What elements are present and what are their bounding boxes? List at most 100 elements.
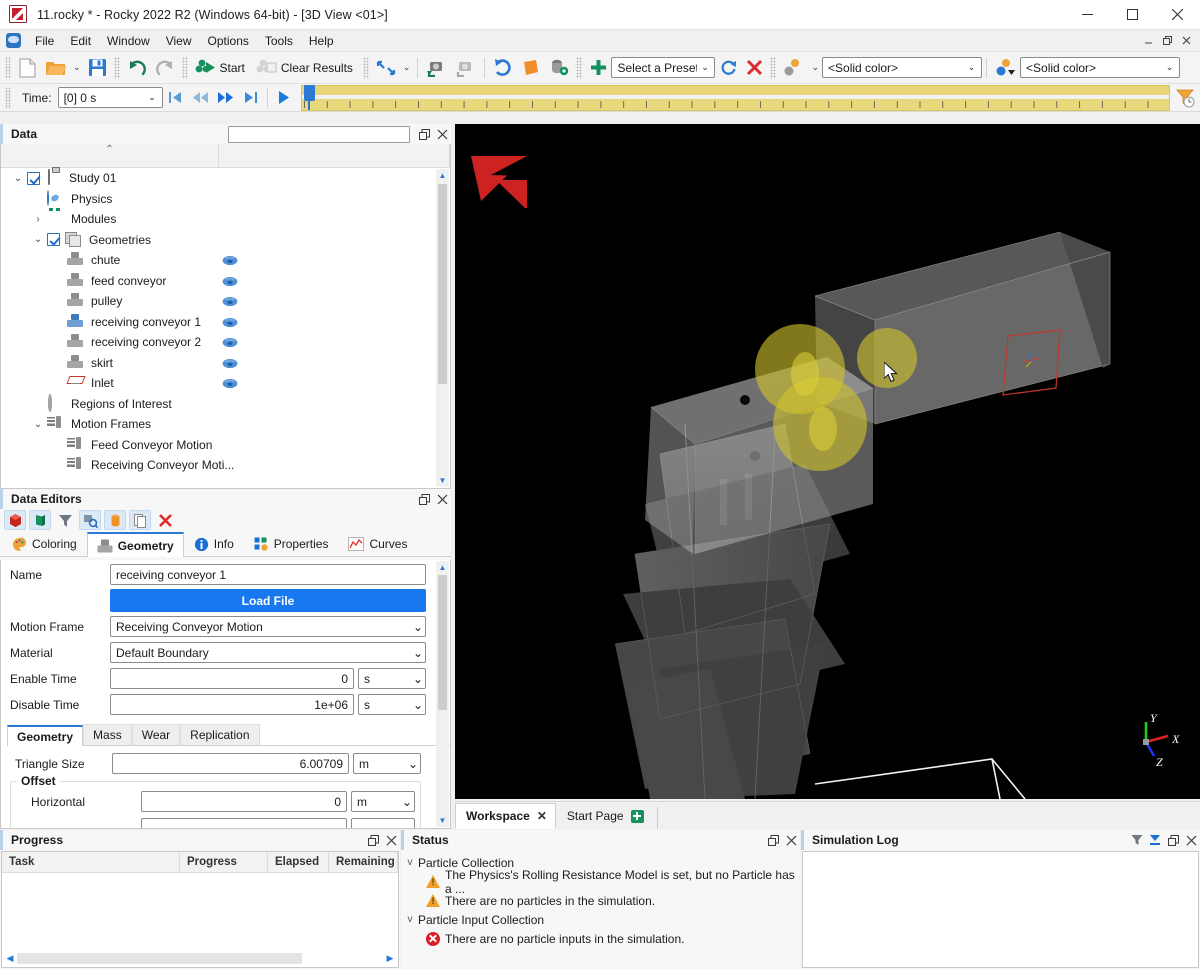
- visibility-toggle[interactable]: [222, 337, 238, 348]
- toolbar-grip-6[interactable]: [770, 56, 777, 79]
- tab-properties[interactable]: Properties: [244, 531, 339, 556]
- visibility-toggle[interactable]: [222, 358, 238, 369]
- view-dropdown-arrow-icon[interactable]: ⌄: [400, 62, 414, 73]
- toolbar-grip-5[interactable]: [576, 56, 583, 79]
- clear-results-button[interactable]: Clear Results: [252, 55, 360, 81]
- tree-item-regions-of-interest[interactable]: Regions of Interest: [1, 393, 450, 415]
- rotate-view-button[interactable]: [489, 55, 517, 81]
- tree-item-receiving-conveyor-1[interactable]: receiving conveyor 1: [1, 312, 450, 333]
- particle-color-dropdown-arrow-icon[interactable]: ⌄: [808, 62, 822, 73]
- tree-item-feed-conveyor-motion[interactable]: Feed Conveyor Motion: [1, 435, 450, 456]
- tab-start-page[interactable]: Start Page: [556, 803, 653, 829]
- scroll-up-icon[interactable]: ▲: [436, 169, 449, 182]
- hscroll-track[interactable]: [17, 953, 383, 964]
- scroll-thumb[interactable]: [438, 184, 447, 384]
- add-preset-button[interactable]: [585, 55, 611, 81]
- horizontal-unit-select[interactable]: m ⌄: [351, 791, 415, 812]
- green-shape-icon[interactable]: [29, 510, 51, 530]
- toolbar-grip-3[interactable]: [181, 56, 188, 79]
- delete-preset-button[interactable]: [741, 55, 767, 81]
- col-task[interactable]: Task: [2, 852, 180, 873]
- motion-frame-select[interactable]: Receiving Conveyor Motion ⌄: [110, 616, 426, 637]
- horizontal-input[interactable]: 0: [141, 791, 347, 812]
- form-scroll-up-icon[interactable]: ▲: [436, 561, 449, 574]
- tree-item-inlet[interactable]: Inlet: [1, 373, 450, 394]
- start-simulation-button[interactable]: Start: [191, 55, 252, 81]
- tree-checkbox[interactable]: [47, 233, 60, 247]
- triangle-size-input[interactable]: 6.00709: [112, 753, 349, 774]
- toolbar-grip-4[interactable]: [362, 56, 369, 79]
- menu-view[interactable]: View: [158, 31, 200, 51]
- hscroll-thumb[interactable]: [17, 953, 303, 964]
- progress-close-button[interactable]: [382, 831, 400, 849]
- simulation-log-content[interactable]: [802, 851, 1199, 968]
- log-download-button[interactable]: [1146, 831, 1164, 849]
- preset-select[interactable]: Select a Preset ⌄: [611, 57, 716, 78]
- copy-page-icon[interactable]: [129, 510, 151, 530]
- tab-workspace[interactable]: Workspace ✕: [455, 803, 556, 829]
- form-scrollbar[interactable]: ▲ ▼: [436, 561, 449, 827]
- vertical-input-clipped[interactable]: [141, 818, 347, 828]
- hscroll-right-icon[interactable]: ▶: [383, 953, 397, 964]
- data-tree-column-name[interactable]: [1, 144, 219, 168]
- menu-window[interactable]: Window: [99, 31, 158, 51]
- disable-time-unit-select[interactable]: s ⌄: [358, 694, 426, 715]
- data-editors-float-button[interactable]: [415, 490, 433, 508]
- open-dropdown-arrow-icon[interactable]: ⌄: [70, 62, 84, 73]
- redo-button[interactable]: [151, 55, 179, 81]
- geometry-settings-button[interactable]: [545, 55, 573, 81]
- tree-item-chute[interactable]: chute: [1, 250, 450, 271]
- tree-item-receiving-conveyor-2[interactable]: receiving conveyor 2: [1, 332, 450, 353]
- tab-workspace-close-icon[interactable]: ✕: [537, 809, 547, 823]
- tab-info[interactable]: Info: [184, 531, 244, 556]
- data-panel-close-button[interactable]: [433, 125, 451, 143]
- data-tree[interactable]: ⌄ Study 01 Physics › Modules ⌄ Geometries chute…: [0, 144, 451, 489]
- tab-coloring[interactable]: Coloring: [2, 531, 87, 556]
- subtab-geometry[interactable]: Geometry: [7, 725, 84, 746]
- mdi-close-button[interactable]: [1177, 32, 1196, 50]
- subtab-mass[interactable]: Mass: [83, 724, 132, 745]
- triangle-size-unit-select[interactable]: m ⌄: [353, 753, 421, 774]
- delete-red-x-icon[interactable]: [154, 510, 176, 530]
- data-panel-float-button[interactable]: [415, 125, 433, 143]
- visibility-toggle[interactable]: [222, 378, 238, 389]
- hscroll-left-icon[interactable]: ◀: [3, 953, 17, 964]
- search-selection-icon[interactable]: [79, 510, 101, 530]
- next-frame-button[interactable]: [213, 86, 238, 110]
- data-tree-column-visibility[interactable]: [219, 144, 450, 168]
- geometry-color-select[interactable]: <Solid color> ⌄: [1020, 57, 1181, 78]
- visibility-toggle[interactable]: [222, 255, 238, 266]
- name-input[interactable]: receiving conveyor 1: [110, 564, 426, 585]
- form-scroll-thumb[interactable]: [438, 575, 447, 710]
- particle-color-select[interactable]: <Solid color> ⌄: [822, 57, 983, 78]
- vertical-unit-select-clipped[interactable]: [351, 818, 415, 828]
- tree-checkbox[interactable]: [27, 171, 40, 185]
- tab-curves[interactable]: Curves: [338, 531, 417, 556]
- clip-plane-button[interactable]: [517, 55, 545, 81]
- log-float-button[interactable]: [1164, 831, 1182, 849]
- data-tree-scrollbar[interactable]: ▲ ▼: [436, 169, 449, 487]
- col-elapsed[interactable]: Elapsed: [268, 852, 329, 873]
- data-search-input[interactable]: [228, 125, 410, 143]
- status-message[interactable]: The Physics's Rolling Resistance Model i…: [402, 868, 799, 896]
- particle-color-button[interactable]: [779, 55, 808, 81]
- status-group-expander[interactable]: v: [402, 914, 418, 925]
- first-frame-button[interactable]: [163, 86, 188, 110]
- status-group[interactable]: v Particle Input Collection: [402, 910, 799, 929]
- maximize-button[interactable]: [1110, 0, 1155, 30]
- camera-save-button[interactable]: [422, 55, 451, 81]
- refresh-preset-button[interactable]: [715, 55, 741, 81]
- progress-hscrollbar[interactable]: ◀ ▶: [3, 951, 397, 966]
- tab-geometry[interactable]: Geometry: [86, 532, 184, 557]
- undo-button[interactable]: [123, 55, 151, 81]
- new-project-button[interactable]: [14, 55, 41, 81]
- status-float-button[interactable]: [764, 831, 782, 849]
- status-group-expander[interactable]: v: [402, 857, 418, 868]
- tree-expander[interactable]: ⌄: [29, 419, 47, 430]
- enable-time-input[interactable]: 0: [110, 668, 354, 689]
- menu-help[interactable]: Help: [301, 31, 342, 51]
- col-remaining[interactable]: Remaining: [329, 852, 398, 873]
- log-close-button[interactable]: [1182, 831, 1200, 849]
- status-list[interactable]: vParticle CollectionThe Physics's Rollin…: [402, 851, 799, 968]
- col-progress[interactable]: Progress: [180, 852, 268, 873]
